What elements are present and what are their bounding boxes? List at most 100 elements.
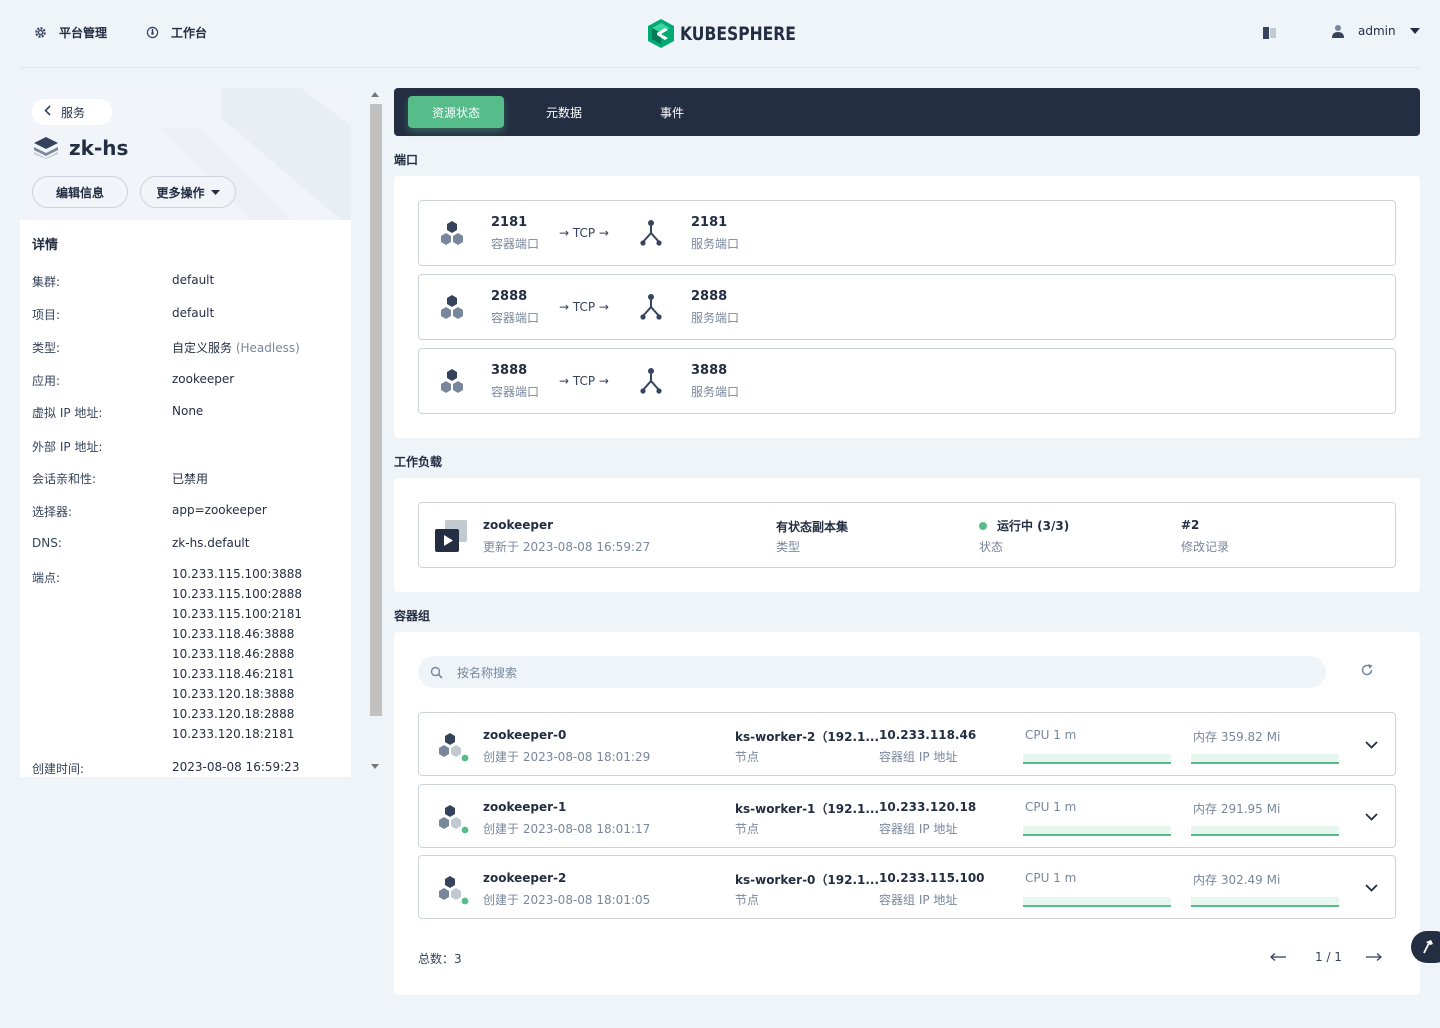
pod-name[interactable]: zookeeper-1 (483, 800, 566, 814)
kubesphere-logo[interactable]: KUBESPHERE (648, 19, 821, 48)
pod-ip-label: 容器组 IP 地址 (879, 750, 958, 764)
ports-card: 2181 容器端口 → TCP → 2181 服务端口 2888 容器端口 → … (394, 176, 1420, 438)
service-name: zk-hs (69, 136, 129, 160)
container-icon (439, 369, 465, 396)
detail-row-dns: DNS: zk-hs.default (32, 536, 249, 550)
tabs-bar: 资源状态 元数据 事件 (394, 88, 1420, 136)
pod-node-label: 节点 (735, 822, 760, 836)
service-port-label: 服务端口 (691, 237, 740, 251)
service-port-icon (639, 219, 663, 250)
pod-item[interactable]: zookeeper-2 创建于 2023-08-08 18:01:05 ks-w… (418, 855, 1396, 919)
endpoint-item: 10.233.118.46:2888 (172, 647, 295, 661)
tab-resource-status[interactable]: 资源状态 (408, 96, 504, 128)
user-menu[interactable]: admin (1332, 24, 1420, 38)
ports-heading: 端口 (394, 153, 419, 167)
endpoint-item: 10.233.120.18:2181 (172, 727, 295, 741)
workload-item[interactable]: zookeeper 更新于 2023-08-08 16:59:27 有状态副本集… (418, 502, 1396, 568)
pod-ip: 10.233.118.46 (879, 728, 977, 742)
kubesphere-logo-icon (648, 19, 674, 48)
detail-value: zk-hs.default (172, 536, 250, 550)
memory-usage-bar (1191, 754, 1339, 764)
pod-cpu: CPU 1 m (1025, 800, 1077, 814)
workbench-label: 工作台 (171, 26, 208, 40)
pod-item[interactable]: zookeeper-1 创建于 2023-08-08 18:01:17 ks-w… (418, 784, 1396, 848)
hammer-icon (1421, 940, 1433, 954)
cpu-usage-bar (1023, 897, 1171, 907)
detail-key: 创建时间: (32, 762, 85, 776)
detail-row-selector: 选择器: app=zookeeper (32, 503, 267, 520)
cpu-usage-bar (1023, 826, 1171, 836)
service-title: zk-hs (34, 136, 128, 160)
pod-ip-label: 容器组 IP 地址 (879, 893, 958, 907)
service-port: 3888 (691, 363, 728, 378)
detail-key: 虚拟 IP 地址: (32, 406, 103, 420)
container-port-label: 容器端口 (491, 237, 540, 251)
scroll-down-arrow-icon[interactable] (371, 764, 379, 769)
refresh-icon[interactable] (1360, 663, 1374, 680)
prev-page-arrow-icon[interactable] (1270, 950, 1286, 964)
detail-value: None (172, 404, 204, 418)
detail-key: 外部 IP 地址: (32, 440, 103, 454)
more-actions-button[interactable]: 更多操作 (140, 176, 236, 208)
workload-type: 有状态副本集 (776, 520, 849, 534)
pod-memory: 内存 302.49 Mi (1193, 873, 1281, 887)
protocol: → TCP → (559, 300, 609, 314)
detail-key: 类型: (32, 341, 61, 355)
pod-icon (437, 805, 470, 838)
container-port-label: 容器端口 (491, 311, 540, 325)
document-icon[interactable] (1263, 27, 1277, 42)
user-name: admin (1358, 24, 1396, 38)
workbench-link[interactable]: 工作台 (145, 24, 207, 41)
back-label: 服务 (61, 105, 86, 120)
service-port-label: 服务端口 (691, 385, 740, 399)
detail-key: 端点: (32, 571, 61, 585)
scroll-up-arrow-icon[interactable] (371, 92, 379, 97)
detail-value: 自定义服务 (Headless) (172, 339, 300, 356)
pod-item[interactable]: zookeeper-0 创建于 2023-08-08 18:01:29 ks-w… (418, 712, 1396, 776)
detail-row-type: 类型: 自定义服务 (Headless) (32, 339, 300, 356)
pod-cpu: CPU 1 m (1025, 728, 1077, 742)
search-icon (430, 666, 443, 679)
detail-key: DNS: (32, 536, 62, 550)
platform-management-link[interactable]: 平台管理 (33, 24, 107, 41)
detail-row-created: 创建时间: 2023-08-08 16:59:23 (32, 760, 299, 777)
statefulset-icon (435, 520, 469, 555)
logo-text: KUBESPHERE (680, 22, 796, 45)
service-detail-panel: 服务 zk-hs 编辑信息 更多操作 详情 集群: default 项目: de… (20, 88, 351, 777)
scroll-thumb[interactable] (370, 104, 382, 716)
user-icon (1332, 24, 1344, 38)
container-port: 2181 (491, 215, 528, 230)
pod-node: ks-worker-1（192.1... (735, 802, 880, 816)
toolbox-button[interactable] (1411, 931, 1440, 963)
endpoint-list: 10.233.115.100:3888 10.233.115.100:2888 … (172, 564, 302, 744)
header-divider (20, 67, 1420, 68)
workload-revision-label: 修改记录 (1181, 540, 1230, 554)
pod-search-input[interactable]: 按名称搜索 (418, 656, 1326, 688)
workload-status-label: 状态 (979, 540, 1004, 554)
detail-scrollbar[interactable] (368, 92, 382, 776)
detail-value: app=zookeeper (172, 503, 267, 517)
workload-name[interactable]: zookeeper (483, 518, 553, 532)
chevron-down-icon[interactable] (1365, 881, 1378, 895)
chevron-down-icon[interactable] (1365, 810, 1378, 824)
memory-usage-bar (1191, 826, 1339, 836)
back-to-services-button[interactable]: 服务 (32, 99, 112, 125)
detail-key: 集群: (32, 275, 61, 289)
pod-ip: 10.233.120.18 (879, 800, 977, 814)
service-port: 2181 (691, 215, 728, 230)
chevron-down-icon[interactable] (1365, 738, 1378, 752)
pod-name[interactable]: zookeeper-2 (483, 871, 566, 885)
top-header: 平台管理 工作台 KUBESPHERE admin (0, 0, 1440, 68)
details-heading: 详情 (32, 238, 59, 253)
next-page-arrow-icon[interactable] (1366, 950, 1382, 964)
pod-name[interactable]: zookeeper-0 (483, 728, 566, 742)
tab-events[interactable]: 事件 (624, 96, 720, 128)
gear-icon (33, 26, 47, 40)
tab-metadata[interactable]: 元数据 (516, 96, 612, 128)
service-port: 2888 (691, 289, 728, 304)
edit-info-button[interactable]: 编辑信息 (32, 176, 128, 208)
service-port-icon (639, 293, 663, 324)
service-summary: 服务 zk-hs 编辑信息 更多操作 (20, 88, 351, 220)
cpu-usage-bar (1023, 754, 1171, 764)
endpoint-item: 10.233.120.18:3888 (172, 687, 295, 701)
